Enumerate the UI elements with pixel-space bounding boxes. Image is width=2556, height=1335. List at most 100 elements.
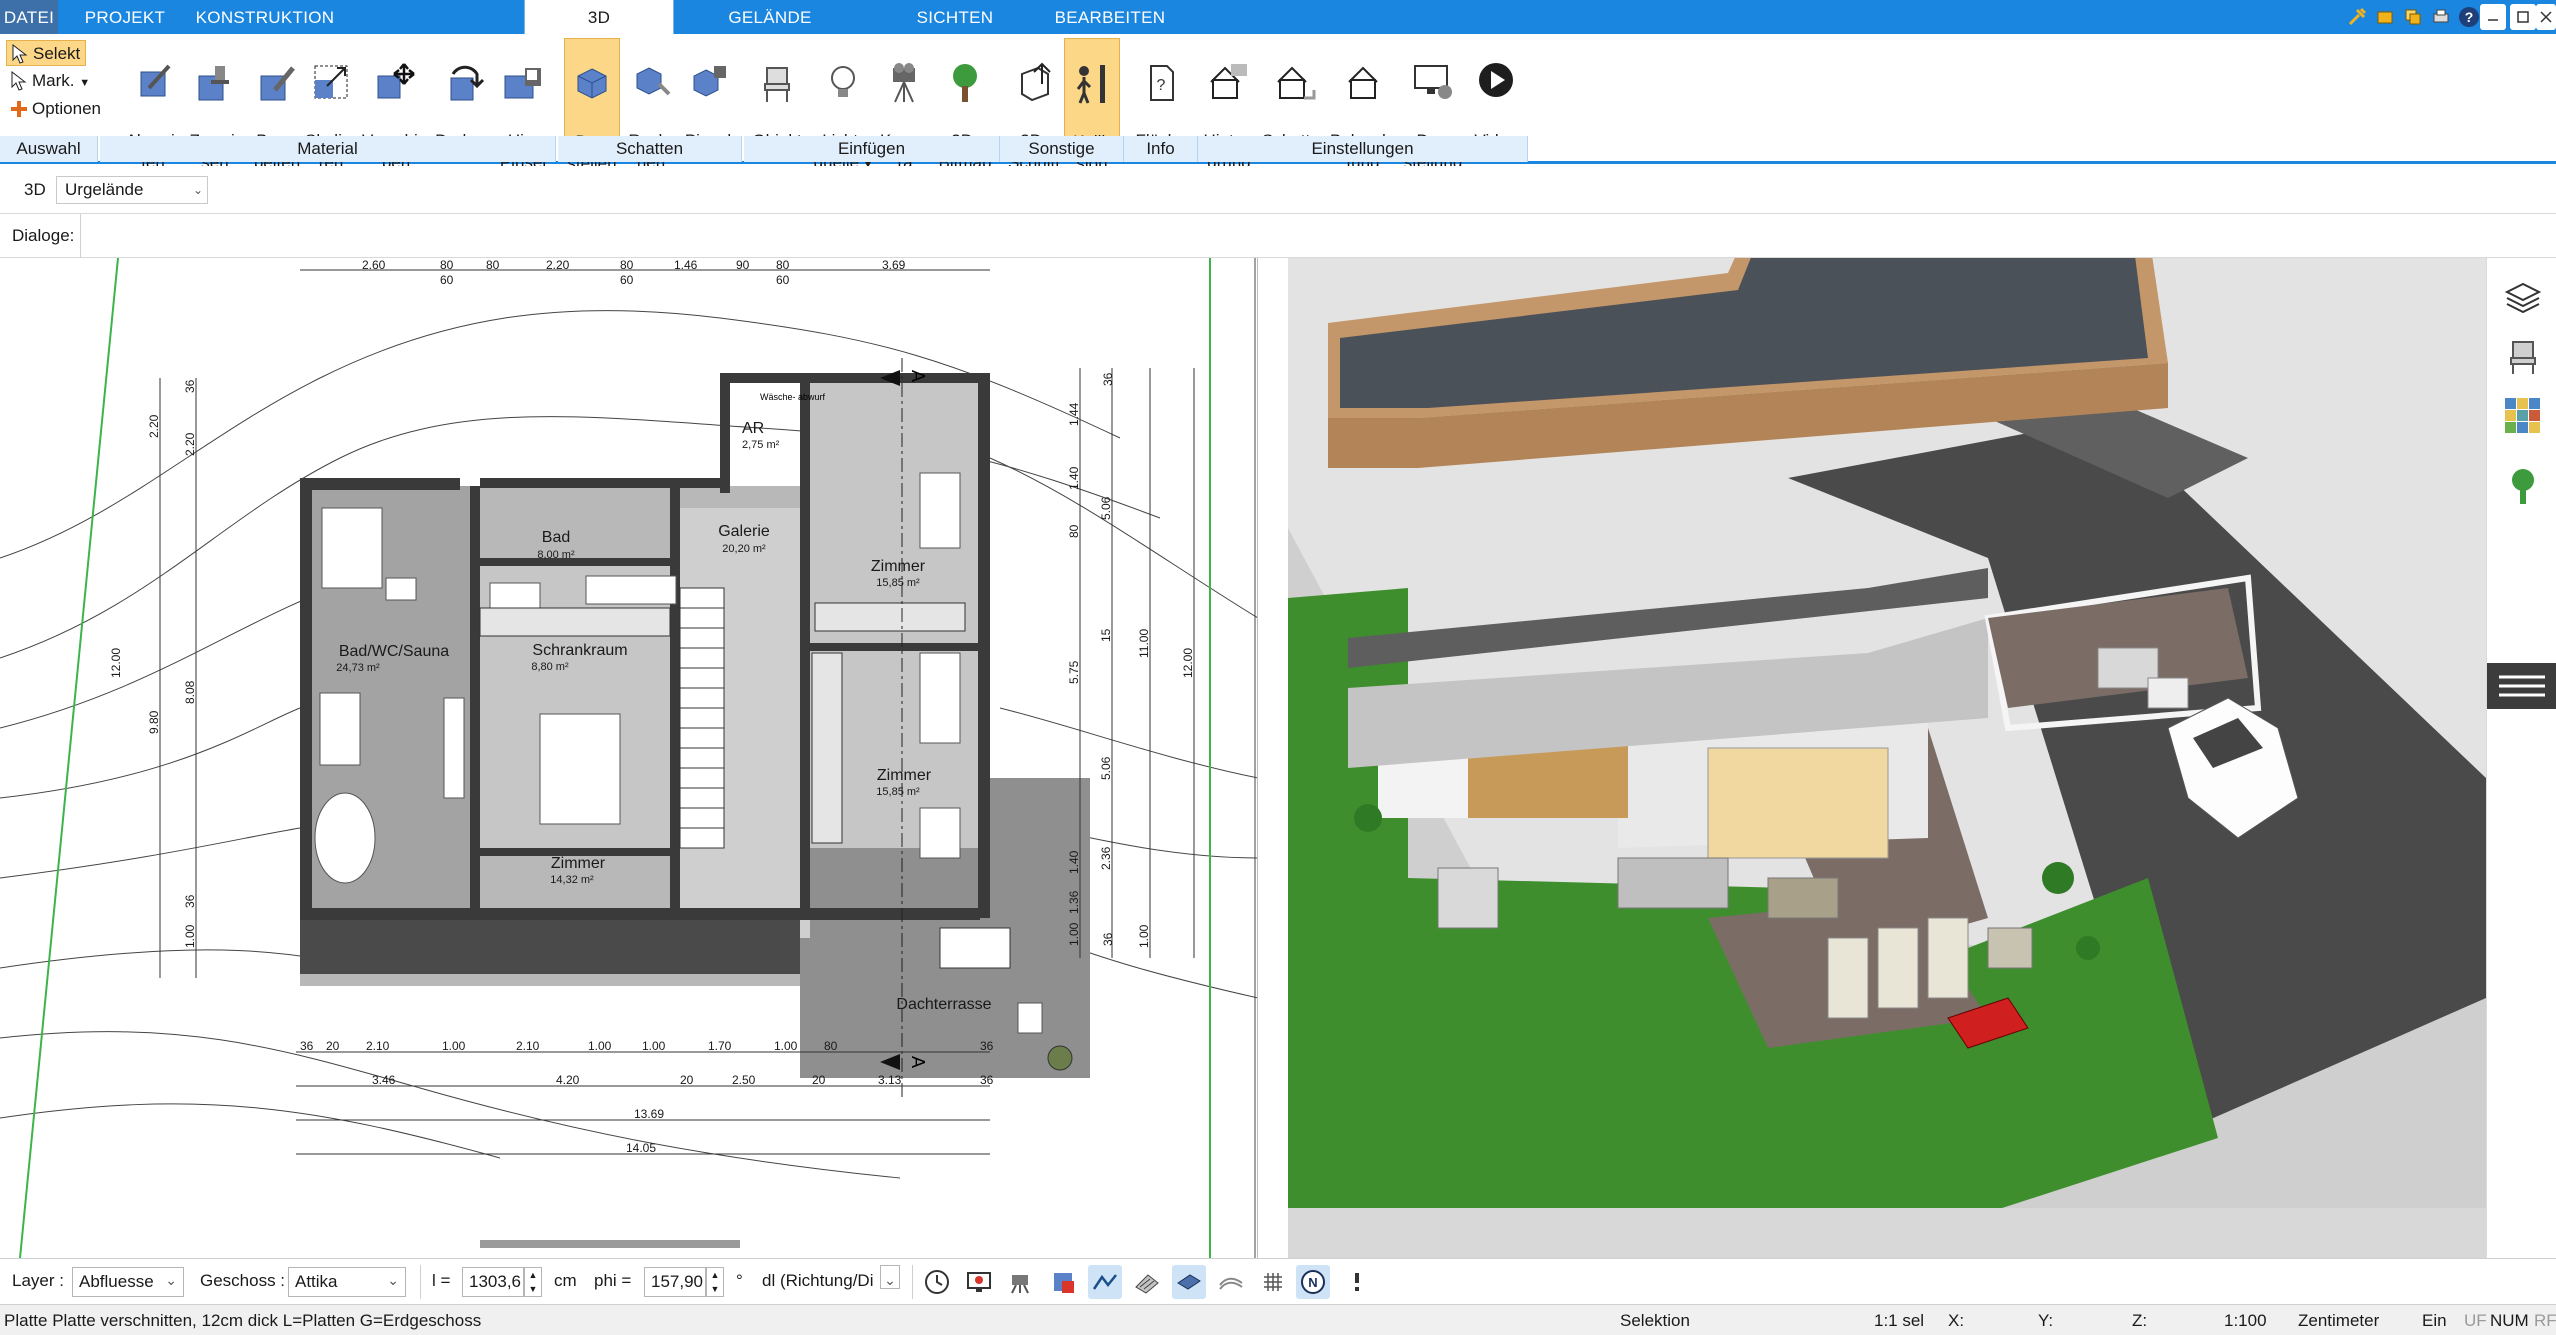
length-label: l = xyxy=(432,1271,451,1290)
terrain-select[interactable]: Urgelände ⌄ xyxy=(56,176,208,204)
view-options-bar: 3D Urgelände ⌄ xyxy=(0,166,2556,214)
skalieren-button[interactable]: Skalie- ren xyxy=(300,38,362,172)
line-mode-icon[interactable] xyxy=(1088,1265,1122,1299)
object-catalog-icon[interactable] xyxy=(2503,336,2543,376)
maximize-button[interactable] xyxy=(2510,4,2536,30)
front-slab xyxy=(300,920,800,974)
dim-bottom-total-2: 14.05 xyxy=(626,1141,656,1155)
hatch-icon[interactable] xyxy=(1130,1265,1164,1299)
status-message: Platte Platte verschnitten, 12cm dick L=… xyxy=(4,1311,482,1330)
video-button[interactable]: Video xyxy=(1468,38,1524,150)
more-options-icon[interactable] xyxy=(1340,1265,1374,1299)
room-name-dachterrasse: Dachterrasse xyxy=(896,996,991,1013)
zuweisen-button[interactable]: Zuwei- sen xyxy=(184,38,246,172)
layers-icon[interactable] xyxy=(2503,278,2543,318)
schatten-settings-button[interactable]: Schatten xyxy=(1262,38,1329,150)
shadow-house-icon xyxy=(1277,66,1316,100)
length-input[interactable]: 1303,6 xyxy=(462,1267,524,1297)
group-info: Info xyxy=(1124,136,1198,162)
camera-path-icon[interactable] xyxy=(1004,1265,1038,1299)
print-preview-icon[interactable] xyxy=(1046,1265,1080,1299)
selekt-button[interactable]: Selekt xyxy=(6,40,86,66)
bearbeiten-button[interactable]: Bear- beiten xyxy=(246,38,308,172)
beleuchtung-button[interactable]: Beleuch- tung xyxy=(1330,38,1397,172)
tab-gelaende[interactable]: GELÄNDE xyxy=(690,0,850,34)
kamera-button[interactable]: Kame- ra xyxy=(874,38,936,172)
tab-bearbeiten[interactable]: BEARBEITEN xyxy=(1040,0,1180,34)
tools-icon[interactable] xyxy=(2344,4,2370,30)
view-mode-label: 3D xyxy=(24,180,46,199)
plant-icon xyxy=(2076,936,2100,960)
minimize-button[interactable] xyxy=(2480,4,2506,30)
help-icon[interactable]: ? xyxy=(2456,4,2482,30)
dim-right-4: 5.06 xyxy=(1099,496,1113,520)
rechnen-button[interactable]: Rech- nen xyxy=(620,38,682,172)
dim-bottom-2-2: 20 xyxy=(680,1073,694,1087)
abgreifen-button[interactable]: Abgrei- fen xyxy=(122,38,184,172)
hamburger-menu-icon[interactable] xyxy=(2487,663,2556,709)
dim-top-3: 2.20 xyxy=(546,258,570,272)
objekt-button[interactable]: Objekt xyxy=(748,38,806,150)
kollision-button[interactable]: Kolli- sion xyxy=(1064,38,1120,173)
dim-bottom-1-1: 20 xyxy=(326,1039,340,1053)
grid-icon[interactable] xyxy=(1256,1265,1290,1299)
chevron-down-icon: ⌄ xyxy=(165,1272,177,1288)
grill xyxy=(1437,867,1499,929)
mark-button[interactable]: Mark. ▼ xyxy=(6,68,90,94)
dim-bottom-1-9: 80 xyxy=(824,1039,838,1053)
floor-plan-view[interactable]: A A Bad 8,00 m² Galerie 20,20 m² AR 2,75… xyxy=(0,258,1258,1258)
eyedropper-icon xyxy=(140,64,171,97)
darstellen-button[interactable]: Dar- stellen xyxy=(564,38,620,173)
dim-right-12: 11.00 xyxy=(1137,629,1151,658)
dim-bottom-2-5: 3.13 xyxy=(878,1073,902,1087)
tab-sichten[interactable]: SICHTEN xyxy=(880,0,1030,34)
monitor-icon[interactable] xyxy=(962,1265,996,1299)
3d-bitmap-button[interactable]: 3D- Bitmap xyxy=(934,38,996,172)
3d-schnitt-button[interactable]: 3D- Schnitt xyxy=(1004,38,1064,172)
direction-select[interactable]: dl (Richtung/Di ⌄ xyxy=(756,1265,904,1297)
dim-bottom-1-3: 1.00 xyxy=(442,1039,466,1053)
clock-icon[interactable] xyxy=(920,1265,954,1299)
drehen-button[interactable]: Drehen xyxy=(432,38,494,150)
tab-3d[interactable]: 3D xyxy=(524,0,674,34)
dim-left-7: 1.00 xyxy=(183,924,197,948)
terrain-mode-icon[interactable] xyxy=(1214,1265,1248,1299)
plants-icon[interactable] xyxy=(2503,466,2543,506)
tab-konstruktion[interactable]: KONSTRUKTION xyxy=(190,0,340,34)
surface-icon[interactable] xyxy=(1172,1265,1206,1299)
direction-select-value: dl (Richtung/Di xyxy=(762,1271,874,1290)
phi-stepper[interactable]: ▲ ▼ xyxy=(706,1267,724,1297)
length-stepper[interactable]: ▲ ▼ xyxy=(524,1267,542,1297)
schatten-pinsel-button[interactable]: Pinsel xyxy=(680,38,736,150)
divider xyxy=(80,214,81,258)
north-arrow-icon[interactable]: N xyxy=(1296,1265,1330,1299)
phi-input[interactable]: 157,90 xyxy=(644,1267,706,1297)
optionen-button[interactable]: Optionen xyxy=(6,96,101,122)
paint-brush-icon xyxy=(504,68,541,99)
tab-projekt[interactable]: PROJEKT xyxy=(60,0,190,34)
room-name-bad-wc-sauna: Bad/WC/Sauna xyxy=(339,643,449,660)
3d-view[interactable] xyxy=(1288,258,2486,1258)
dim-bottom-2-1: 4.20 xyxy=(556,1073,580,1087)
dim-bottom-2-0: 3.46 xyxy=(372,1073,396,1087)
dim-bottom-1-6: 1.00 xyxy=(642,1039,666,1053)
flaeche-button[interactable]: ? Fläche xyxy=(1132,38,1190,150)
print-icon[interactable] xyxy=(2428,4,2454,30)
window-icon[interactable] xyxy=(2372,4,2398,30)
plan-horizontal-scrollbar[interactable] xyxy=(480,1240,740,1248)
material-palette-icon[interactable] xyxy=(2503,396,2543,436)
close-button[interactable] xyxy=(2536,4,2556,30)
dim-top-sub-1: 60 xyxy=(620,273,634,287)
hintergrund-button[interactable]: Hinter- grund xyxy=(1198,38,1260,172)
layers-window-icon[interactable] xyxy=(2400,4,2426,30)
hin-pinsel-button[interactable]: Hin. Pinsel xyxy=(492,38,554,172)
layer-select[interactable]: Abfluesse ⌄ xyxy=(72,1267,184,1297)
tab-datei[interactable]: DATEI xyxy=(0,0,58,34)
dim-right-8: 1.40 xyxy=(1067,850,1081,874)
room-name-zimmer-3: Zimmer xyxy=(551,855,606,872)
verschieben-button[interactable]: Verschie- ben xyxy=(362,38,433,172)
lichtquelle-button[interactable]: Licht- quelle ▾ xyxy=(812,38,874,172)
darstellung-button[interactable]: Dar- stellung xyxy=(1400,38,1466,172)
scale-icon xyxy=(314,65,348,99)
geschoss-select[interactable]: Attika ⌄ xyxy=(288,1267,406,1297)
